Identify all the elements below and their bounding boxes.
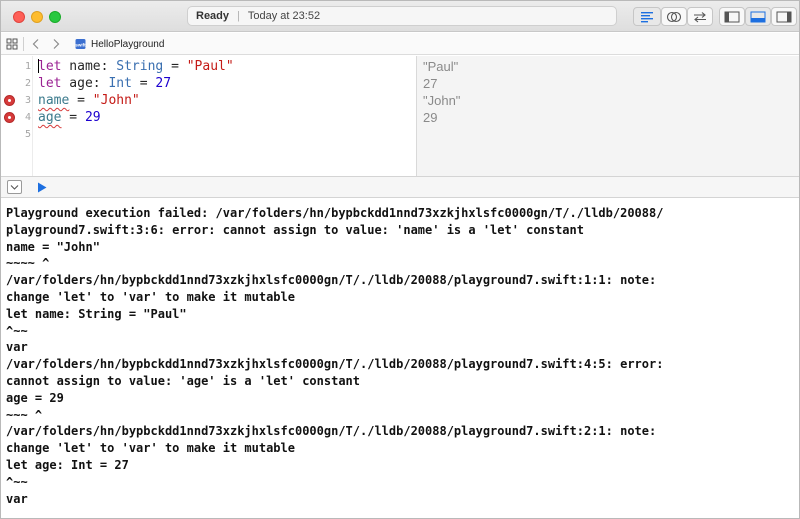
assistant-arrows-icon [694, 11, 706, 22]
swift-file-icon-text: swift [75, 43, 86, 48]
version-compare-icon [666, 11, 682, 22]
run-playground-button[interactable] [35, 181, 49, 194]
console-line: playground7.swift:3:6: error: cannot ass… [6, 222, 584, 237]
code-token: Int [108, 76, 132, 91]
console-line: /var/folders/hn/bypbckdd1nnd73xzkjhxlsfc… [6, 424, 657, 439]
line-number: 2 [24, 78, 31, 89]
line-number: 3 [24, 95, 31, 106]
line-number: 5 [24, 129, 31, 140]
code-token: = [61, 110, 85, 125]
console-line: change 'let' to 'var' to make it mutable [6, 289, 295, 304]
standard-editor-button[interactable] [633, 7, 661, 26]
close-window-button[interactable] [13, 11, 25, 23]
grid-icon [6, 38, 18, 50]
assistant-editor-button[interactable] [687, 7, 713, 26]
back-button[interactable] [31, 33, 41, 55]
minimize-window-button[interactable] [31, 11, 43, 23]
editor-standard-icon [641, 11, 653, 22]
code-token: 27 [155, 76, 172, 91]
left-panel-icon [724, 11, 740, 22]
code-token: = [131, 76, 156, 91]
hide-debug-area-button[interactable] [7, 180, 22, 194]
breadcrumb-file[interactable]: swift HelloPlayground [75, 33, 164, 55]
text-cursor [38, 59, 39, 73]
code-token: 29 [84, 110, 101, 125]
jump-bar-divider [23, 37, 24, 51]
console-line: ^~~ [6, 474, 28, 489]
console-line: change 'let' to 'var' to make it mutable [6, 441, 295, 456]
console-line: Playground execution failed: /var/folder… [6, 206, 664, 220]
code-editor[interactable]: 12345 let name: String = "Paul" let age: … [1, 56, 799, 176]
result-value[interactable]: 29 [423, 109, 437, 126]
code-line[interactable]: age = 29 [38, 109, 101, 126]
code-line[interactable]: name = "John" [38, 92, 140, 109]
code-token: "Paul" [186, 59, 234, 74]
code-token: name: [61, 59, 117, 74]
bottom-panel-icon [750, 11, 766, 22]
console-line: /var/folders/hn/bypbckdd1nnd73xzkjhxlsfc… [6, 357, 664, 372]
result-value[interactable]: 27 [423, 75, 437, 92]
related-items-button[interactable] [6, 33, 18, 55]
source-editor[interactable]: let name: String = "Paul" let age: Int = … [38, 56, 413, 176]
error-indicator-icon[interactable] [4, 112, 15, 123]
results-sidebar: "Paul" 27 "John" 29 [416, 56, 799, 176]
run-play-icon [38, 182, 47, 193]
code-token: let [38, 59, 62, 74]
result-value[interactable]: "Paul" [423, 58, 458, 75]
toggle-inspector-button[interactable] [771, 7, 797, 26]
toggle-navigator-button[interactable] [719, 7, 745, 26]
error-indicator-icon[interactable] [4, 95, 15, 106]
status-time: Today at 23:52 [247, 10, 321, 22]
console-line: name = "John" [6, 239, 100, 254]
console-line: /var/folders/hn/bypbckdd1nnd73xzkjhxlsfc… [6, 273, 657, 288]
version-editor-button[interactable] [661, 7, 687, 26]
jump-bar: swift HelloPlayground [1, 33, 799, 55]
zoom-window-button[interactable] [49, 11, 61, 23]
line-number: 4 [24, 112, 31, 123]
toggle-debug-area-button[interactable] [745, 7, 771, 26]
console-output[interactable]: Playground execution failed: /var/folder… [1, 199, 799, 518]
code-token: String [116, 59, 164, 74]
line-number: 1 [24, 61, 31, 72]
console-line: age = 29 [6, 390, 64, 405]
hide-console-icon [10, 184, 19, 190]
playground-window: Ready | Today at 23:52 swift HelloPlaygr… [0, 0, 800, 519]
result-value[interactable]: "John" [423, 92, 460, 109]
code-line[interactable]: let age: Int = 27 [38, 75, 171, 92]
console-line: ^~~ [6, 323, 28, 338]
code-token: name [38, 93, 70, 108]
back-chevron-icon [32, 39, 39, 49]
console-line: var [6, 491, 28, 506]
forward-chevron-icon [53, 39, 60, 49]
debug-bar [1, 176, 799, 198]
swift-file-icon: swift [75, 39, 86, 49]
code-token: age [38, 110, 62, 125]
code-token: = [163, 59, 187, 74]
console-line: let age: Int = 27 [6, 457, 129, 472]
breadcrumb-file-label: HelloPlayground [91, 38, 165, 50]
status-separator: | [237, 10, 240, 22]
console-line: let name: String = "Paul" [6, 306, 187, 321]
console-line: ~~~ ^ [6, 407, 43, 422]
console-line: var [6, 340, 28, 355]
activity-status-bar: Ready | Today at 23:52 [187, 6, 617, 26]
code-line[interactable]: let name: String = "Paul" [38, 58, 234, 75]
console-line: ~~~~ ^ [6, 256, 50, 271]
forward-button[interactable] [51, 33, 61, 55]
code-token: = [69, 93, 93, 108]
status-label: Ready [196, 10, 230, 22]
title-bar: Ready | Today at 23:52 [1, 1, 799, 32]
code-token: age: [61, 76, 109, 91]
code-token: "John" [92, 93, 140, 108]
console-line: cannot assign to value: 'age' is a 'let'… [6, 373, 361, 388]
code-token: let [38, 76, 62, 91]
line-gutter: 1 2 3 4 5 [1, 56, 33, 176]
right-panel-icon [776, 11, 792, 22]
